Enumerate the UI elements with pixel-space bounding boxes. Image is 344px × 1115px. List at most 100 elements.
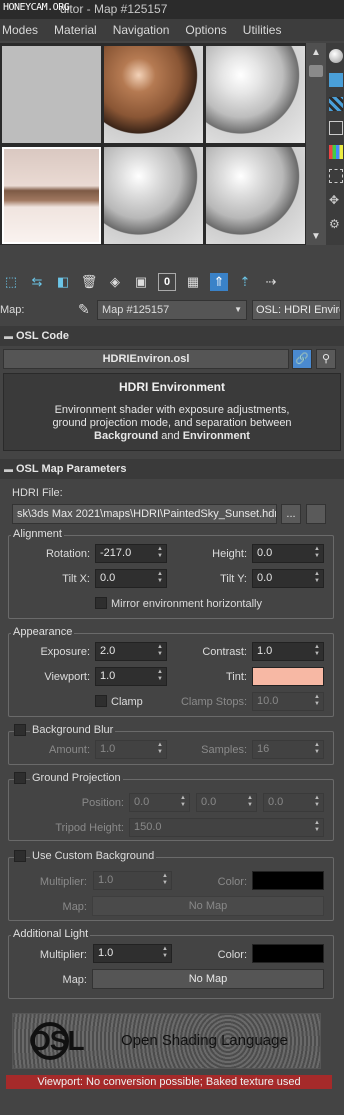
map-row: Map: ✎ Map #125157▼ OSL: HDRI Envirom — [0, 299, 344, 321]
tripod-height-label: Tripod Height: — [55, 822, 124, 834]
options-icon[interactable] — [329, 169, 343, 183]
position-z-spinner[interactable]: 0.0 ▲ ▼ — [263, 793, 324, 812]
clamp-checkbox[interactable] — [95, 695, 107, 707]
checker-icon[interactable] — [329, 97, 343, 111]
collapse-icon: ▬ — [4, 464, 13, 474]
tint-color-swatch[interactable] — [252, 667, 324, 686]
custom-background-checkbox[interactable] — [14, 850, 26, 862]
menu-modes[interactable]: Modes — [2, 23, 38, 37]
sphere-icon[interactable] — [329, 49, 343, 63]
position-x-spinner[interactable]: 0.0 ▲ ▼ — [129, 793, 190, 812]
sample-slot-selected[interactable] — [2, 147, 101, 244]
shader-title: HDRI Environment — [118, 380, 225, 394]
sample-slot[interactable] — [206, 46, 305, 143]
osl-params-rollout-header[interactable]: ▬ OSL Map Parameters — [0, 459, 344, 479]
osl-file-button[interactable]: HDRIEnviron.osl — [3, 349, 289, 369]
color-check-icon[interactable] — [329, 145, 343, 159]
sample-uv-icon[interactable] — [329, 121, 343, 135]
sample-slot[interactable] — [2, 46, 101, 143]
viewport-label: Viewport: — [44, 671, 90, 683]
group-title: Additional Light — [11, 928, 91, 940]
get-material-icon[interactable]: ⬚ — [2, 273, 20, 291]
hdri-file-label: HDRI File: — [12, 487, 63, 499]
side-toolbar: ✥ ⚙ — [326, 43, 344, 245]
scroll-down-icon[interactable]: ▼ — [310, 231, 322, 243]
eyedropper-icon[interactable]: ✎ — [78, 301, 90, 318]
light-multiplier-spinner[interactable]: 1.0 ▲ ▼ — [93, 944, 172, 963]
light-multiplier-label: Multiplier: — [39, 949, 87, 961]
group-title: Alignment — [11, 528, 64, 540]
sample-slot[interactable] — [206, 147, 305, 244]
custom-multiplier-label: Multiplier: — [39, 876, 87, 888]
make-unique-icon[interactable]: ◈ — [106, 273, 124, 291]
menu-utilities[interactable]: Utilities — [243, 23, 282, 37]
backlight-icon[interactable] — [329, 73, 343, 87]
light-map-label: Map: — [62, 974, 87, 986]
go-to-parent-icon[interactable]: ⇡ — [236, 273, 254, 291]
clamp-stops-label: Clamp Stops: — [180, 696, 247, 708]
clamp-label: Clamp — [111, 696, 143, 708]
menu-material[interactable]: Material — [54, 23, 97, 37]
custom-color-swatch[interactable] — [252, 871, 324, 890]
material-id-icon[interactable]: 0 — [158, 273, 176, 291]
custom-map-button[interactable]: No Map — [92, 896, 324, 916]
hdri-file-button[interactable]: sk\3ds Max 2021\maps\HDRI\PaintedSky_Sun… — [12, 504, 277, 524]
tilty-spinner[interactable]: 0.0 ▲ ▼ — [252, 569, 324, 588]
link-icon[interactable]: 🔗 — [292, 349, 312, 369]
ground-projection-checkbox[interactable] — [14, 772, 26, 784]
scroll-thumb[interactable] — [309, 65, 323, 77]
light-map-button[interactable]: No Map — [92, 969, 324, 989]
assign-material-icon[interactable]: ◧ — [54, 273, 72, 291]
group-title: Appearance — [11, 626, 75, 638]
osl-code-rollout-header[interactable]: ▬ OSL Code — [0, 326, 344, 346]
show-shaded-icon[interactable]: ▦ — [184, 273, 202, 291]
osl-logo-text: Open Shading Language — [121, 1032, 288, 1049]
sample-slot[interactable] — [104, 147, 203, 244]
clamp-stops-spinner[interactable]: 10.0 ▲ ▼ — [252, 692, 324, 711]
map-name-field[interactable]: Map #125157 ▼ — [97, 300, 247, 320]
height-spinner[interactable]: 0.0 ▲ ▼ — [252, 544, 324, 563]
osl-logo-letters: OSL — [29, 1025, 85, 1056]
viewport-status-bar: Viewport: No conversion possible; Baked … — [6, 1075, 332, 1089]
chevron-down-icon: ▼ — [234, 305, 242, 314]
rotation-label: Rotation: — [45, 548, 90, 560]
navigator-icon[interactable]: ⚙ — [329, 217, 343, 231]
contrast-label: Contrast: — [202, 646, 247, 658]
delete-icon[interactable]: 🗑 — [80, 273, 98, 291]
light-color-swatch[interactable] — [252, 944, 324, 963]
samples-label: Samples: — [201, 744, 247, 756]
tripod-height-spinner[interactable]: 150.0 ▲ ▼ — [129, 818, 324, 837]
background-blur-checkbox[interactable] — [14, 724, 26, 736]
clear-file-button[interactable] — [306, 504, 326, 524]
custom-multiplier-spinner[interactable]: 1.0 ▲ ▼ — [93, 871, 172, 890]
menu-navigation[interactable]: Navigation — [113, 23, 170, 37]
select-by-material-icon[interactable]: ✥ — [329, 193, 343, 207]
background-blur-label: Background Blur — [30, 724, 116, 736]
put-to-library-icon[interactable]: ▣ — [132, 273, 150, 291]
samples-spinner[interactable]: 16 ▲ ▼ — [252, 740, 324, 759]
browse-button[interactable]: ... — [281, 504, 301, 524]
map-label: Map: — [0, 304, 25, 316]
exposure-spinner[interactable]: 2.0 ▲ ▼ — [95, 642, 167, 661]
mirror-checkbox[interactable] — [95, 597, 107, 609]
menu-options[interactable]: Options — [185, 23, 226, 37]
material-toolbar: ⬚ ⇆ ◧ 🗑 ◈ ▣ 0 ▦ ⇑ ⇡ ⇢ — [0, 268, 344, 296]
slots-scrollbar[interactable]: ▲ ▼ — [306, 43, 326, 245]
put-to-scene-icon[interactable]: ⇆ — [28, 273, 46, 291]
search-icon[interactable]: ⚲ — [316, 349, 336, 369]
contrast-spinner[interactable]: 1.0 ▲ ▼ — [252, 642, 324, 661]
scroll-up-icon[interactable]: ▲ — [310, 47, 322, 59]
show-end-result-icon[interactable]: ⇑ — [210, 273, 228, 291]
viewport-spinner[interactable]: 1.0 ▲ ▼ — [95, 667, 167, 686]
position-y-spinner[interactable]: 0.0 ▲ ▼ — [196, 793, 257, 812]
rotation-spinner[interactable]: -217.0 ▲ ▼ — [95, 544, 167, 563]
custom-background-label: Use Custom Background — [30, 850, 157, 862]
custom-map-label: Map: — [62, 901, 87, 913]
map-type-button[interactable]: OSL: HDRI Envirom — [252, 300, 341, 320]
shader-description: Environment shader with exposure adjustm… — [52, 404, 292, 442]
amount-spinner[interactable]: 1.0 ▲ ▼ — [95, 740, 167, 759]
tiltx-spinner[interactable]: 0.0 ▲ ▼ — [95, 569, 167, 588]
sample-slot[interactable] — [104, 46, 203, 143]
collapse-icon: ▬ — [4, 331, 13, 341]
go-forward-icon[interactable]: ⇢ — [262, 273, 280, 291]
